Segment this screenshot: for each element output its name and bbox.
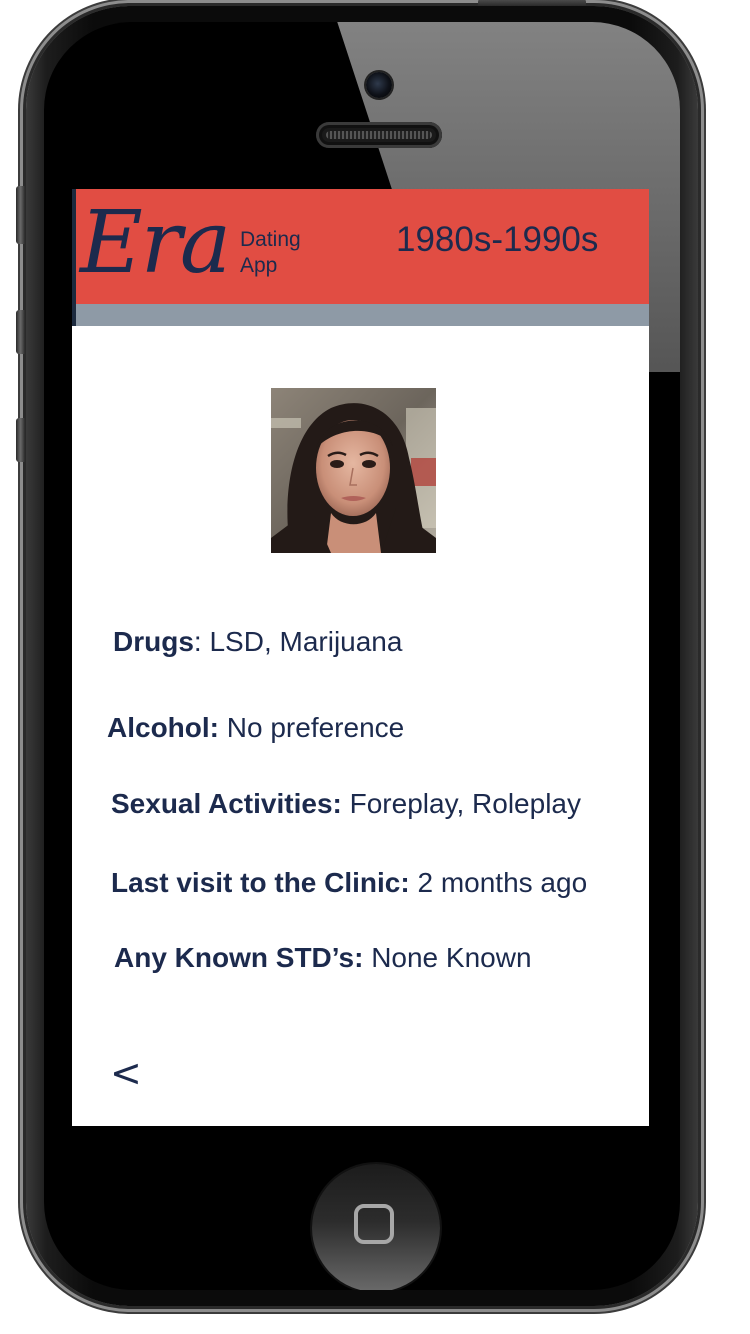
header-edge-shadow: [72, 189, 76, 326]
field-label: Any Known STD’s:: [114, 942, 364, 973]
stage: Era Dating App 1980s-1990s Drugs: LSD, M…: [0, 0, 750, 1334]
profile-field-drugs: Drugs: LSD, Marijuana: [113, 625, 402, 659]
app-logo: Era: [80, 193, 231, 293]
volume-up-button: [16, 310, 25, 354]
field-label: Sexual Activities:: [111, 788, 342, 819]
era-range-title: 1980s-1990s: [396, 220, 599, 259]
field-separator: [342, 788, 350, 819]
field-value: None Known: [371, 942, 532, 973]
field-label: Alcohol:: [107, 712, 219, 743]
home-button[interactable]: [312, 1164, 440, 1290]
app-logo-subtitle: Dating App: [240, 227, 301, 279]
home-button-icon: [354, 1204, 394, 1244]
field-label: Drugs: [113, 626, 194, 657]
field-value: 2 months ago: [417, 867, 588, 898]
volume-down-button: [16, 418, 25, 462]
profile-photo-image: [271, 388, 436, 553]
field-value: No preference: [226, 712, 405, 743]
profile-field-alcohol: Alcohol: No preference: [107, 711, 404, 745]
field-value: Foreplay, Roleplay: [349, 788, 581, 819]
profile-field-last-clinic-visit: Last visit to the Clinic: 2 months ago: [111, 866, 587, 900]
back-button[interactable]: <: [110, 1051, 142, 1095]
earpiece-speaker: [316, 122, 442, 148]
field-separator: :: [193, 626, 210, 657]
profile-field-known-stds: Any Known STD’s: None Known: [114, 941, 532, 975]
header-divider-strip: [72, 304, 649, 326]
logo-subtitle-line-2: App: [240, 254, 278, 277]
profile-photo[interactable]: [271, 388, 436, 553]
power-button: [478, 0, 586, 6]
logo-subtitle-line-1: Dating: [240, 228, 301, 251]
field-separator: [219, 712, 227, 743]
app-header: Era Dating App 1980s-1990s: [72, 189, 649, 304]
mute-switch: [16, 186, 25, 244]
profile-field-sexual-activities: Sexual Activities: Foreplay, Roleplay: [111, 787, 581, 821]
front-camera-icon: [366, 72, 392, 98]
chevron-left-icon: <: [110, 1051, 142, 1095]
field-value: LSD, Marijuana: [209, 626, 403, 657]
app-screen: Era Dating App 1980s-1990s Drugs: LSD, M…: [72, 189, 649, 1126]
field-label: Last visit to the Clinic:: [111, 867, 410, 898]
